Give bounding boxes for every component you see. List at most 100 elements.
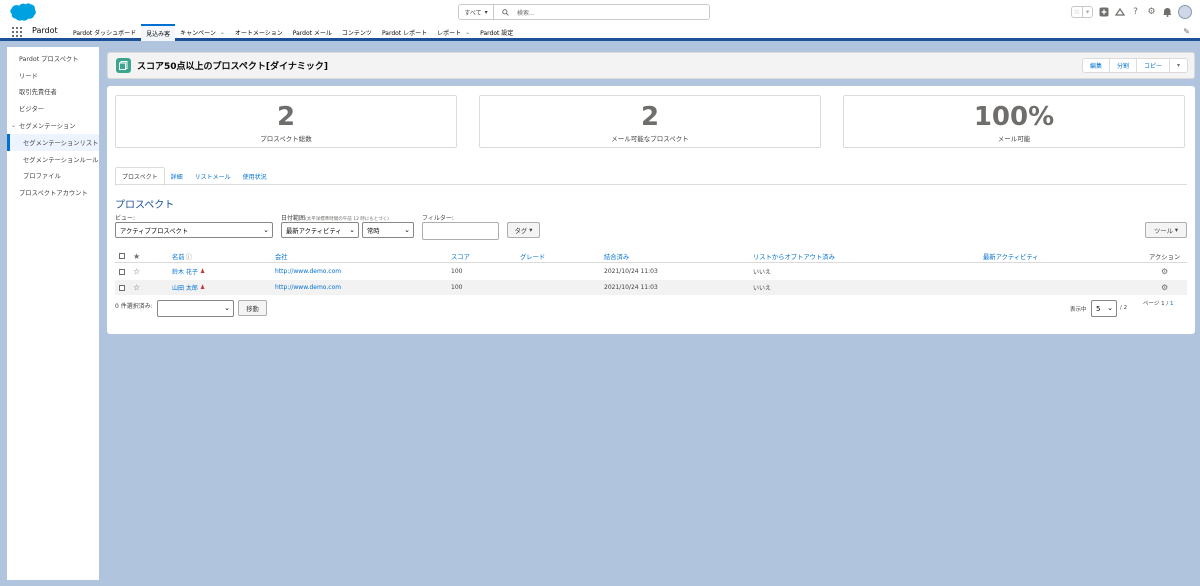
search-icon (502, 8, 509, 16)
prospect-name: 山田 太郎 (172, 285, 198, 292)
select-all-checkbox[interactable] (119, 250, 125, 262)
salesforce-logo[interactable] (8, 3, 36, 22)
company-link[interactable]: http://www.demo.com (275, 280, 341, 295)
info-icon: ⓘ (185, 253, 192, 261)
gear-icon[interactable]: ⚙ (1161, 264, 1168, 279)
split-button[interactable]: 分割 (1109, 58, 1137, 73)
chevron-down-icon: ▾ (484, 8, 488, 16)
chevron-down-icon[interactable]: ▾ (1082, 7, 1092, 17)
column-header-grade[interactable]: グレード (520, 250, 545, 262)
filter-label: フィルター: (422, 215, 454, 222)
nav-item-content[interactable]: コンテンツ (337, 24, 377, 41)
nav-item-prospects[interactable]: 見込み客 (141, 24, 176, 41)
copy-button[interactable]: コピー (1136, 58, 1170, 73)
nav-item-reports[interactable]: レポート ⌄ (432, 24, 475, 41)
nav-item-campaigns[interactable]: キャンペーン ⌄ (175, 24, 230, 41)
view-select-value: アクティブプロスペクト (120, 227, 189, 235)
person-icon: ♟ (199, 268, 206, 275)
sidebar-item-label: セグメンテーションルール (23, 156, 99, 164)
table-row: ☆ 鈴木 花子 ♟ http://www.demo.com 100 2021/10… (115, 264, 1187, 279)
bell-icon[interactable] (1162, 7, 1173, 18)
per-page-value: 5 (1096, 304, 1101, 313)
bulk-action-select[interactable]: ⌄ (157, 300, 234, 317)
app-launcher-icon[interactable] (12, 27, 22, 37)
metric-label: プロスペクト総数 (260, 135, 312, 143)
sidebar-item-profiles[interactable]: プロファイル (7, 168, 99, 185)
detail-tabs: プロスペクト 詳細 リストメール 使用状況 (115, 167, 1187, 186)
star-icon[interactable]: ☆ (133, 264, 140, 279)
gear-icon[interactable]: ⚙ (1146, 7, 1157, 18)
sidebar-item-pardot-prospects[interactable]: Pardot プロスペクト (7, 50, 99, 67)
prospect-name-link[interactable]: 山田 太郎 ♟ (172, 280, 205, 295)
add-icon[interactable] (1098, 7, 1109, 18)
nav-item-label: Pardot メール (292, 30, 332, 37)
column-header-synced[interactable]: 結合済み (604, 250, 629, 262)
tag-button[interactable]: タグ ▾ (507, 222, 540, 238)
content-card: 2 プロスペクト総数 2 メール可能なプロスペクト 100% メール可能 プロス… (107, 86, 1195, 334)
tab-usage[interactable]: 使用状況 (237, 167, 273, 185)
sidebar-item-label: リード (19, 72, 38, 80)
chevron-down-icon: ⌄ (224, 304, 230, 312)
date-range-select[interactable]: 常時 ⌄ (362, 222, 414, 238)
nav-item-pardot-reports[interactable]: Pardot レポート (377, 24, 432, 41)
sidebar-item-label: プロファイル (23, 173, 61, 181)
prospect-name-link[interactable]: 鈴木 花子 ♟ (172, 264, 205, 279)
column-header-name[interactable]: 名前 ⓘ (172, 250, 192, 262)
nav-item-label: Pardot ダッシュボード (73, 30, 137, 37)
date-field-select[interactable]: 最新アクティビティ ⌄ (281, 222, 359, 238)
company-link[interactable]: http://www.demo.com (275, 264, 341, 279)
nav-item-settings[interactable]: Pardot 設定 (475, 24, 518, 41)
column-header-score[interactable]: スコア (451, 250, 470, 262)
sidebar-item-segmentation-rules[interactable]: セグメンテーションルール (7, 151, 99, 168)
nav-item-dashboard[interactable]: Pardot ダッシュボード (68, 24, 141, 41)
edit-nav-pencil-icon[interactable]: ✎ (1183, 27, 1190, 36)
move-button[interactable]: 移動 (238, 300, 267, 316)
help-icon[interactable]: ? (1130, 7, 1141, 18)
page-link[interactable]: 1 (1170, 301, 1174, 307)
sidebar-item-prospect-accounts[interactable]: プロスペクトアカウント (7, 184, 99, 201)
row-checkbox[interactable] (119, 264, 125, 279)
chevron-down-icon: ⌄ (349, 226, 355, 234)
user-avatar[interactable] (1178, 5, 1192, 19)
list-icon (116, 58, 131, 73)
global-search-input[interactable]: 検索... (494, 4, 710, 20)
nav-item-automation[interactable]: オートメーション (230, 24, 288, 41)
table-header: ★ 名前 ⓘ 会社 スコア グレード 結合済み リストからオプトアウト済み 最新ア… (115, 250, 1187, 263)
filter-input[interactable] (422, 222, 499, 240)
page-title: スコア50点以上のプロスペクト[ダイナミック] (137, 62, 328, 72)
gear-icon[interactable]: ⚙ (1161, 280, 1168, 295)
tools-button[interactable]: ツール ▾ (1145, 222, 1187, 238)
metric-value: 2 (640, 102, 660, 132)
sidebar-item-contacts[interactable]: 取引先責任者 (7, 84, 99, 101)
metric-mailable-percent: 100% メール可能 (843, 95, 1185, 148)
row-checkbox[interactable] (119, 280, 125, 295)
sidebar-item-label: Pardot プロスペクト (19, 55, 79, 63)
sidebar-item-visitors[interactable]: ビジター (7, 100, 99, 117)
sidebar-item-leads[interactable]: リード (7, 67, 99, 84)
search-scope-select[interactable]: すべて ▾ (458, 4, 494, 20)
column-header-last-activity[interactable]: 最新アクティビティ (983, 250, 1039, 262)
view-select[interactable]: アクティブプロスペクト ⌄ (115, 222, 273, 238)
tab-details[interactable]: 詳細 (165, 167, 189, 185)
synced-cell: 2021/10/24 11:03 (604, 268, 658, 275)
nav-item-email[interactable]: Pardot メール (288, 24, 337, 41)
sidebar-group-segmentation[interactable]: ⌄ セグメンテーション (7, 117, 99, 134)
tools-button-label: ツール (1153, 227, 1173, 235)
star-icon[interactable]: ☆ (1072, 7, 1082, 17)
more-actions-button[interactable]: ▾ (1169, 58, 1188, 73)
column-header-label: 名前 (172, 253, 185, 261)
column-header-company[interactable]: 会社 (275, 250, 288, 262)
star-icon[interactable]: ☆ (133, 280, 140, 295)
sidebar-item-segmentation-lists[interactable]: セグメンテーションリスト (7, 133, 99, 151)
edit-button[interactable]: 編集 (1081, 58, 1110, 73)
tab-list-emails[interactable]: リストメール (189, 167, 237, 185)
view-label: ビュー: (115, 215, 136, 222)
tab-prospects[interactable]: プロスペクト (115, 167, 165, 186)
chevron-down-icon[interactable]: ⌄ (465, 29, 470, 36)
per-page-select[interactable]: 5 ⌄ (1091, 300, 1117, 317)
trailhead-icon[interactable] (1114, 7, 1125, 18)
column-header-opted-out[interactable]: リストからオプトアウト済み (753, 250, 835, 262)
chevron-down-icon[interactable]: ⌄ (220, 29, 225, 36)
chevron-down-icon: ⌄ (1107, 304, 1113, 312)
nav-item-label: コンテンツ (341, 30, 372, 37)
